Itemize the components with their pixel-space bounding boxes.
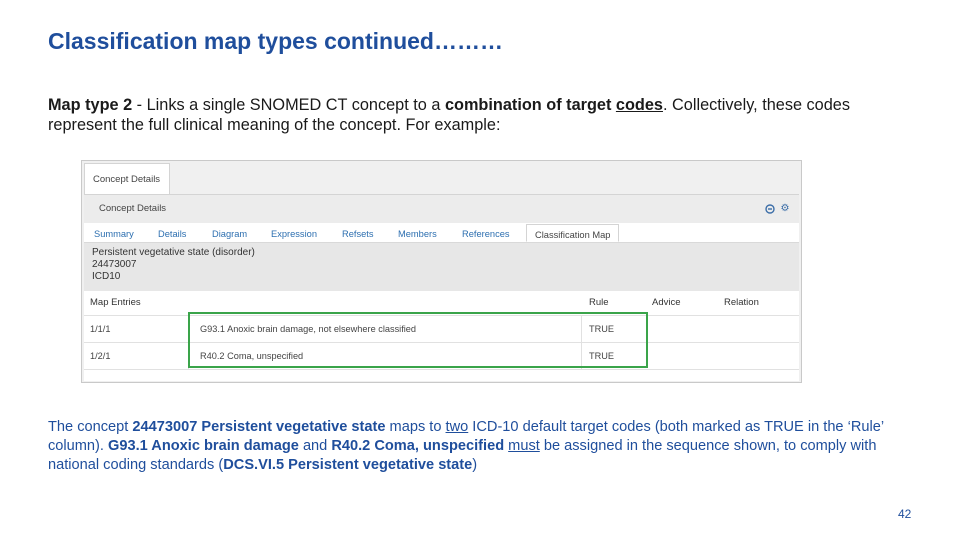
intro-emphasis: combination of target: [444, 96, 616, 114]
tab-diagram[interactable]: Diagram: [212, 229, 247, 239]
intro-map-type: Map type 2: [48, 96, 133, 114]
concept-tabs: Summary Details Diagram Expression Refse…: [84, 224, 799, 243]
gear-icon[interactable]: ⚙: [780, 204, 790, 214]
intro-text: - Links a single SNOMED CT concept to a: [132, 96, 445, 114]
intro-paragraph: Map type 2 - Links a single SNOMED CT co…: [48, 95, 918, 135]
tab-references[interactable]: References: [462, 229, 510, 239]
emphasis-two: two: [445, 419, 469, 435]
tab-details[interactable]: Details: [158, 229, 186, 239]
intro-codes: codes: [615, 96, 663, 114]
coding-standard-reference: DCS.VI.5 Persistent vegetative state: [223, 457, 473, 473]
body-paragraph: The concept 24473007 Persistent vegetati…: [48, 418, 918, 475]
header-relation: Relation: [724, 297, 759, 308]
map-target: ICD10: [92, 271, 121, 282]
code-r402: R40.2 Coma, unspecified: [331, 438, 505, 454]
highlight-box: [188, 312, 648, 368]
panel-title: Concept Details: [99, 203, 167, 214]
tab-members[interactable]: Members: [398, 229, 437, 239]
header-rule: Rule: [589, 297, 609, 308]
body-text: The concept: [48, 419, 133, 435]
panel-header: Concept Details ⚙: [84, 195, 799, 223]
concept-summary: Persistent vegetative state (disorder) 2…: [84, 243, 799, 291]
header-map-entries: Map Entries: [90, 297, 141, 308]
emphasis-must: must: [508, 438, 540, 454]
body-text: and: [298, 438, 332, 454]
slide-title: Classification map types continued………: [48, 28, 503, 54]
tab-classification-map[interactable]: Classification Map: [526, 224, 620, 242]
outer-tab-bar: Concept Details: [82, 161, 801, 194]
concept-reference: 24473007 Persistent vegetative state: [132, 419, 386, 435]
body-text: ): [472, 457, 478, 473]
map-entry-cell: 1/2/1: [90, 351, 111, 361]
minus-circle-icon[interactable]: [765, 204, 775, 214]
tab-summary[interactable]: Summary: [94, 229, 134, 239]
map-entry-cell: 1/1/1: [90, 324, 111, 334]
header-advice: Advice: [652, 297, 681, 308]
concept-id: 24473007: [92, 259, 137, 270]
page-number: 42: [898, 507, 912, 521]
concept-name: Persistent vegetative state (disorder): [92, 247, 255, 258]
tab-concept-details[interactable]: Concept Details: [84, 163, 170, 194]
body-text: maps to: [385, 419, 446, 435]
tab-refsets[interactable]: Refsets: [342, 229, 374, 239]
code-g931: G93.1 Anoxic brain damage: [108, 438, 299, 454]
tab-expression[interactable]: Expression: [271, 229, 317, 239]
